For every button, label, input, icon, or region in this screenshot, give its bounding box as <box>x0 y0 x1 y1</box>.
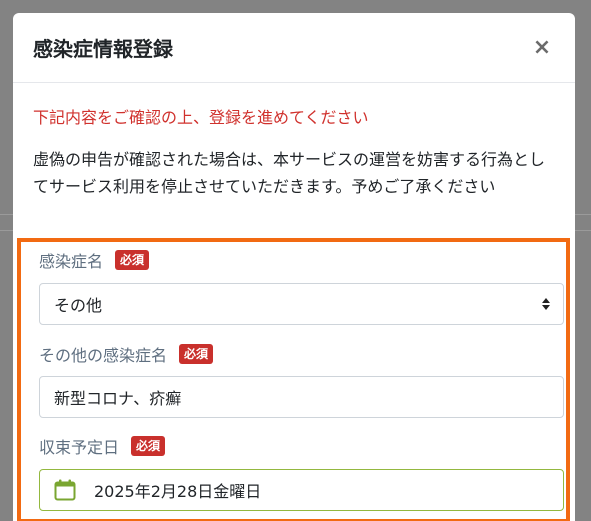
other-disease-input-value: 新型コロナ、疥癬 <box>54 389 182 408</box>
calendar-icon <box>54 479 76 501</box>
warning-text: 虚偽の申告が確認された場合は、本サービスの運営を妨害する行為としてサービス利用を… <box>33 150 546 196</box>
required-badge: 必須 <box>131 436 166 456</box>
modal-body: 下記内容をご確認の上、登録を進めてください 虚偽の申告が確認された場合は、本サー… <box>13 83 575 200</box>
end-date-field-label: 収束予定日 必須 <box>39 434 166 458</box>
close-button[interactable]: × <box>527 33 557 63</box>
end-date-value: 2025年2月28日金曜日 <box>94 482 262 501</box>
disease-select-value: その他 <box>54 296 103 315</box>
select-arrows-icon <box>542 298 550 310</box>
modal-title: 感染症情報登録 <box>33 37 173 61</box>
register-modal: 感染症情報登録 × 下記内容をご確認の上、登録を進めてください 虚偽の申告が確認… <box>13 13 575 521</box>
other-disease-input[interactable]: 新型コロナ、疥癬 <box>39 376 564 418</box>
disease-label: 感染症名 <box>39 252 104 271</box>
end-date-input[interactable]: 2025年2月28日金曜日 <box>39 469 564 511</box>
end-date-label: 収束予定日 <box>39 438 120 457</box>
modal-header: 感染症情報登録 × <box>13 13 575 83</box>
form-highlight-box: 感染症名 必須 その他 その他の感染症名 必須 新型コロナ、疥癬 収束予定日 必… <box>17 238 570 521</box>
required-badge: 必須 <box>179 344 214 364</box>
other-disease-field-label: その他の感染症名 必須 <box>39 342 214 366</box>
disease-field-label: 感染症名 必須 <box>39 248 150 272</box>
close-icon: × <box>532 35 552 60</box>
confirm-notice: 下記内容をご確認の上、登録を進めてください <box>33 108 369 127</box>
required-badge: 必須 <box>115 250 150 270</box>
disease-select[interactable]: その他 <box>39 283 564 325</box>
other-disease-label: その他の感染症名 <box>39 346 168 365</box>
